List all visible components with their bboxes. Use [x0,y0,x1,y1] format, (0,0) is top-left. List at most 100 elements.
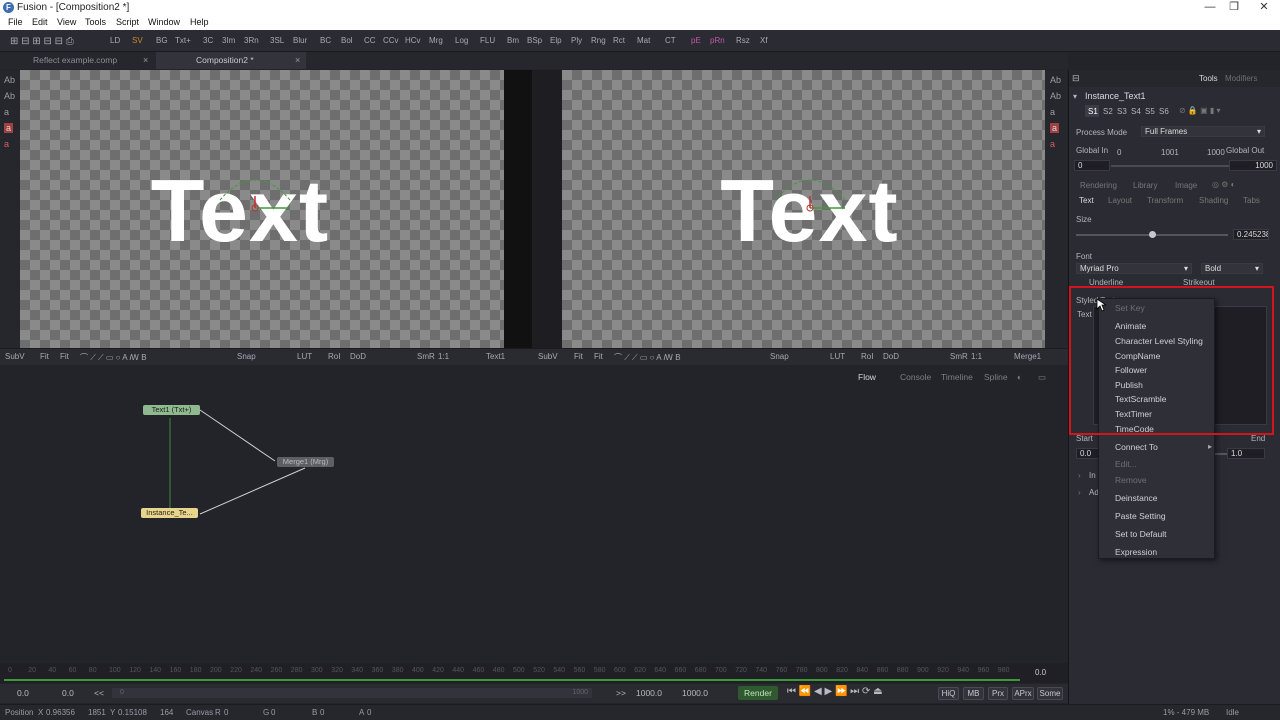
viewer-divider[interactable] [504,70,532,348]
tool-3c[interactable]: 3C [203,36,213,45]
viewer-left[interactable]: Text [20,70,504,348]
process-mode-select[interactable]: Full Frames ▾ [1141,126,1265,137]
lut-button[interactable]: LUT [297,352,312,361]
tool-bsp[interactable]: BSp [527,36,542,45]
global-in-field[interactable]: 0 [1074,160,1110,171]
tab-reflect-example[interactable]: Reflect example.comp [0,52,155,69]
tab-library[interactable]: Library [1133,181,1157,190]
tab-timeline[interactable]: Timeline [941,372,973,382]
fit-button[interactable]: Fit [60,352,69,361]
render-end-field[interactable]: 1000.0 [682,688,708,698]
flow-graph[interactable]: Text1 (Txt+) Merge1 (Mrg) Instance_Te... [0,388,1068,663]
strip-item[interactable]: a [4,139,9,149]
menu-window[interactable]: Window [148,17,180,27]
tool-ld[interactable]: LD [110,36,120,45]
tab-image[interactable]: Image [1175,181,1197,190]
viewer-right[interactable]: Text [562,70,1045,348]
some-button[interactable]: Some [1037,687,1063,700]
expand-arrow-icon[interactable]: › [1078,471,1081,480]
menu-item-edit[interactable]: Edit... [1115,459,1137,469]
global-range-slider[interactable] [1111,165,1229,167]
subv-button[interactable]: SubV [538,352,558,361]
end-time-field[interactable]: 1000.0 [636,688,662,698]
tool-controls-icon[interactable]: ⊘ 🔒 ▣ ▮ ▾ [1179,106,1221,115]
playback-controls-icon[interactable]: ⏮ ⏪ ◀ ▶ ⏩ ⏭ ⟳ ⏏ [787,686,883,697]
render-button[interactable]: Render [738,686,778,700]
tab-rendering[interactable]: Rendering [1080,181,1117,190]
zoom-1-1-button[interactable]: 1:1 [971,352,982,361]
strip-item[interactable]: a [4,123,14,133]
lut-button[interactable]: LUT [830,352,845,361]
tool-txt[interactable]: Txt+ [175,36,191,45]
tool-xf[interactable]: Xf [760,36,768,45]
strip-item[interactable]: Ab [4,91,15,101]
menu-edit[interactable]: Edit [32,17,48,27]
restore-button[interactable]: ❐ [1220,0,1248,16]
tool-log[interactable]: Log [455,36,468,45]
hiq-button[interactable]: HiQ [938,687,959,700]
tab-shading[interactable]: Shading [1199,196,1228,205]
timeline-range-bar[interactable] [4,679,1020,681]
slot-s1[interactable]: S1 [1088,107,1098,116]
tab-icons[interactable]: ◎ ⚙ ◐ [1212,180,1235,189]
tool-mrg[interactable]: Mrg [429,36,443,45]
tool-bol[interactable]: Bol [341,36,353,45]
strip-item[interactable]: a [1050,107,1055,117]
menu-item-remove[interactable]: Remove [1115,475,1147,485]
tool-bg[interactable]: BG [156,36,168,45]
strip-item[interactable]: Ab [4,75,15,85]
fit-button[interactable]: Fit [594,352,603,361]
node-instance-text1[interactable]: Instance_Te... [141,508,198,518]
close-button[interactable]: ✕ [1250,0,1278,16]
font-select[interactable]: Myriad Pro ▾ [1076,263,1192,274]
slot-s4[interactable]: S4 [1131,107,1141,116]
start-time-field[interactable]: 0.0 [17,688,29,698]
tool-sv[interactable]: SV [132,36,143,45]
tool-bm[interactable]: Bm [507,36,519,45]
tool-3rn[interactable]: 3Rn [244,36,259,45]
tab-transform[interactable]: Transform [1147,196,1183,205]
current-time-field[interactable]: 0.0 [62,688,74,698]
viewer-tools-icon[interactable]: ⌒ ⟋ ⟋ ▭ ○ A ꟿ B [80,352,147,363]
menu-item-expression[interactable]: Expression [1115,547,1157,557]
tool-pe[interactable]: pE [691,36,701,45]
tool-ply[interactable]: Ply [571,36,582,45]
tab-layout[interactable]: Layout [1108,196,1132,205]
fit-button[interactable]: Fit [40,352,49,361]
slot-s3[interactable]: S3 [1117,107,1127,116]
tab-console[interactable]: Console [900,372,931,382]
tab-spline[interactable]: Spline [984,372,1008,382]
text-center-gizmo-icon[interactable] [770,170,850,220]
range-end-arrow-icon[interactable]: >> [616,688,626,698]
strip-item[interactable]: a [1050,123,1060,133]
panel-layout-icon[interactable]: ⊟ [1072,73,1080,84]
menu-view[interactable]: View [57,17,76,27]
tab-tabs[interactable]: Tabs [1243,196,1260,205]
expand-arrow-icon[interactable]: › [1078,488,1081,497]
tool-rng[interactable]: Rng [591,36,606,45]
size-field[interactable]: 0.245238 [1233,229,1269,240]
tool-3sl[interactable]: 3SL [270,36,284,45]
tab-tools[interactable]: Tools [1199,74,1218,83]
menu-file[interactable]: File [8,17,23,27]
tool-rsz[interactable]: Rsz [736,36,750,45]
tab-composition2[interactable]: Composition2 * [156,52,306,69]
menu-script[interactable]: Script [116,17,139,27]
time-ruler[interactable]: 0 20 40 60 80 100 120 140 160 180 200 220 240 260 280 3… [0,663,1068,683]
tab-modifiers[interactable]: Modifiers [1225,74,1257,83]
tool-rct[interactable]: Rct [613,36,625,45]
range-slider[interactable]: 0 1000 [112,688,592,698]
tool-name[interactable]: Instance_Text1 [1085,91,1146,101]
zoom-1-1-button[interactable]: 1:1 [438,352,449,361]
section-truncated[interactable]: In [1089,471,1096,480]
dod-button[interactable]: DoD [350,352,366,361]
node-text1[interactable]: Text1 (Txt+) [143,405,200,415]
slot-s5[interactable]: S5 [1145,107,1155,116]
aprx-button[interactable]: APrx [1012,687,1034,700]
fit-button[interactable]: Fit [574,352,583,361]
strip-item[interactable]: a [4,107,9,117]
tool-mat[interactable]: Mat [637,36,650,45]
roi-button[interactable]: RoI [328,352,340,361]
node-merge1[interactable]: Merge1 (Mrg) [277,457,334,467]
mb-button[interactable]: MB [963,687,984,700]
